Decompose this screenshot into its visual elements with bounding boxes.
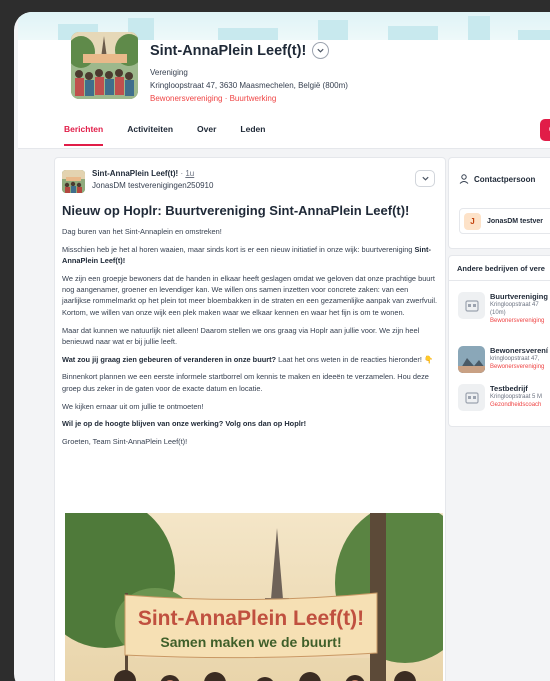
contact-card: Contactpersoon J JonasDM testver	[448, 157, 550, 249]
contact-header: Contactpersoon	[459, 174, 535, 184]
post-author-line: Sint-AnnaPlein Leef(t)! · 1u	[92, 169, 194, 178]
group-name-row: Sint-AnnaPlein Leef(t)!	[150, 42, 330, 59]
post-subline: JonasDM testverenigingen250910	[92, 181, 214, 190]
business-tag: Bewonersvereniging	[490, 364, 545, 370]
group-dropdown-button[interactable]	[312, 42, 330, 59]
post-paragraph: Maar dat kunnen we natuurlijk niet allee…	[62, 325, 420, 346]
business-name: Testbedrijf	[490, 384, 528, 393]
post-paragraph: Wil je op de hoogte blijven van onze wer…	[62, 419, 307, 429]
chevron-down-icon	[421, 176, 429, 181]
other-businesses-card: Andere bedrijven of vere Buurtvereniging…	[448, 255, 550, 427]
post-paragraph: We kijken ernaar uit om jullie te ontmoe…	[62, 401, 204, 411]
business-tag: Gezondheidscoach	[490, 402, 542, 408]
post-paragraph: Binnenkort plannen we een eerste informe…	[62, 372, 429, 393]
business-address: Kringloopstraat 47	[490, 302, 539, 308]
business-item[interactable]: Buurtvereniging Kringloopstraat 47 (10m)…	[458, 292, 550, 334]
contact-name: JonasDM testver	[487, 217, 544, 225]
business-address: Kringloopstraat 5 M	[490, 394, 543, 400]
post-paragraph: Dag buren van het Sint-Annaplein en omst…	[62, 227, 222, 236]
post-paragraph: Groeten, Team Sint-AnnaPlein Leef(t)!	[62, 437, 188, 447]
group-tabs: Berichten Activiteiten Over Leden	[64, 124, 265, 146]
tab-over[interactable]: Over	[197, 124, 216, 146]
group-tags[interactable]: Bewonersvereniging · Buurtwerking	[150, 94, 276, 103]
business-item[interactable]: Testbedrijf Kringloopstraat 5 M Gezondhe…	[458, 384, 550, 414]
business-address: kringloopstraat 47,	[490, 356, 540, 362]
post-title: Nieuw op Hoplr: Buurtvereniging Sint-Ann…	[62, 203, 410, 218]
post-body: Dag buren van het Sint-Annaplein en omst…	[62, 226, 438, 454]
banner-line-1: Sint-AnnaPlein Leef(t)!	[138, 607, 364, 630]
post-options-button[interactable]	[415, 170, 435, 187]
group-photo[interactable]	[71, 32, 138, 99]
business-photo	[458, 346, 485, 373]
app-screen: Sint-AnnaPlein Leef(t)! Vereniging Kring…	[14, 12, 550, 681]
tab-leden[interactable]: Leden	[240, 124, 265, 146]
tab-berichten[interactable]: Berichten	[64, 124, 104, 146]
post-paragraph: Misschien heb je het al horen waaien, ma…	[62, 244, 431, 266]
post-paragraph: We zijn een groepje bewoners dat de hand…	[62, 273, 438, 317]
group-address: Kringloopstraat 47, 3630 Maasmechelen, B…	[150, 81, 348, 90]
post-image[interactable]: Sint-AnnaPlein Leef(t)! Samen maken we d…	[65, 513, 443, 681]
post-author-avatar[interactable]	[62, 170, 85, 193]
group-type: Vereniging	[150, 68, 188, 77]
post-paragraph: Wat zou jij graag zien gebeuren of veran…	[62, 354, 434, 364]
contact-avatar: J	[464, 212, 481, 230]
post-author[interactable]: Sint-AnnaPlein Leef(t)!	[92, 169, 178, 178]
contact-person[interactable]: J JonasDM testver	[459, 208, 550, 234]
business-tag: Bewonersvereniging	[490, 318, 545, 324]
business-name: Buurtvereniging	[490, 292, 548, 301]
group-name: Sint-AnnaPlein Leef(t)!	[150, 42, 307, 59]
post-card: Sint-AnnaPlein Leef(t)! · 1u JonasDM tes…	[54, 157, 446, 681]
other-businesses-header: Andere bedrijven of vere	[457, 264, 545, 273]
business-item[interactable]: Bewonersverení kringloopstraat 47, Bewon…	[458, 346, 550, 376]
person-icon	[459, 174, 469, 184]
building-icon	[458, 292, 485, 319]
divider	[449, 280, 550, 281]
chevron-down-icon	[317, 48, 324, 53]
tab-activiteiten[interactable]: Activiteiten	[127, 124, 173, 146]
group-header: Sint-AnnaPlein Leef(t)! Vereniging Kring…	[18, 12, 550, 149]
contact-action-button[interactable]: C	[540, 119, 550, 141]
business-name: Bewonersverení	[490, 346, 548, 355]
building-icon	[458, 384, 485, 411]
post-time[interactable]: 1u	[185, 169, 194, 178]
banner-line-2: Samen maken we de buurt!	[160, 634, 341, 650]
business-distance: (10m)	[490, 310, 506, 316]
